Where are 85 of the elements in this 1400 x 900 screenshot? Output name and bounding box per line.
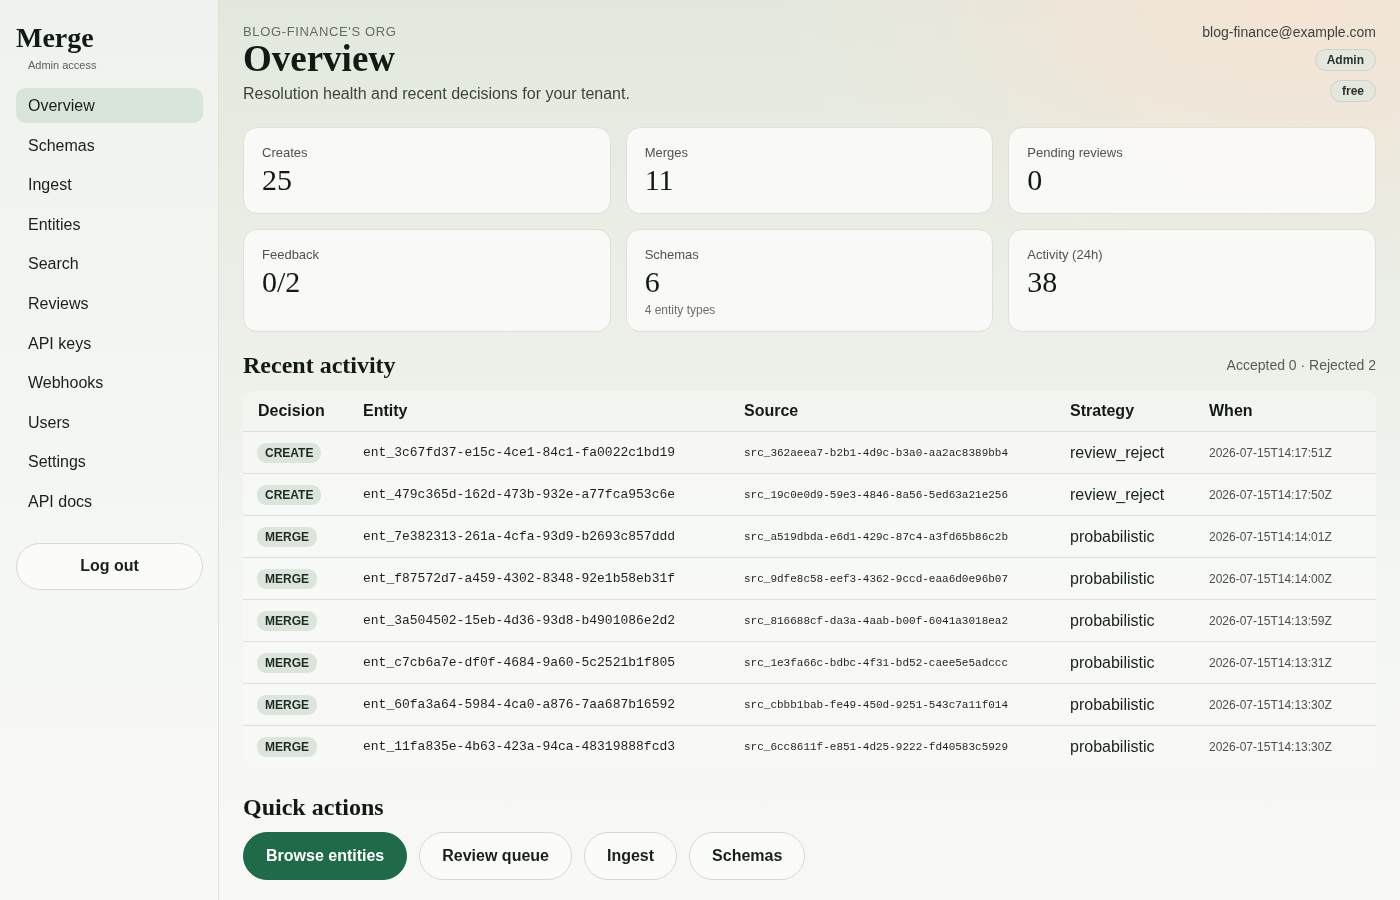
entity-id-cell: ent_3c67fd37-e15c-4ce1-84c1-fa0022c1bd19: [348, 431, 729, 474]
sidebar-item[interactable]: Webhooks: [16, 365, 203, 401]
decision-tag: MERGE: [257, 652, 317, 673]
decision-tag: MERGE: [257, 568, 317, 589]
stat-label: Feedback: [262, 247, 321, 262]
entity-id-cell: ent_60fa3a64-5984-4ca0-a876-7aa687b16592: [348, 683, 729, 726]
access-label: Admin access: [28, 58, 97, 72]
sidebar-item[interactable]: API docs: [16, 483, 203, 519]
stat-value: 11: [644, 164, 675, 196]
stat-label: Activity (24h): [1027, 247, 1104, 262]
section-title: Recent activity: [243, 351, 396, 379]
entity-id-cell: ent_3a504502-15eb-4d36-93d8-b4901086e2d2: [348, 599, 729, 642]
source-id-cell: src_1e3fa66c-bdbc-4f31-bd52-caee5e5adccc: [729, 641, 1055, 684]
stat-label: Pending reviews: [1027, 145, 1124, 160]
source-id-cell: src_cbbb1bab-fe49-450d-9251-543c7a11f014: [729, 683, 1055, 726]
quick-action-button[interactable]: Schemas: [689, 832, 806, 880]
timestamp-cell: 2026-07-15T14:14:01Z: [1194, 515, 1376, 558]
account-badge: free: [1330, 80, 1376, 102]
sidebar-item[interactable]: Ingest: [16, 167, 203, 203]
timestamp-cell: 2026-07-15T14:17:51Z: [1194, 431, 1376, 474]
column-header: Source: [729, 391, 1055, 432]
decision-tag: MERGE: [257, 694, 317, 715]
entity-id-cell: ent_11fa835e-4b63-423a-94ca-48319888fcd3: [348, 725, 729, 767]
decision-tag: CREATE: [257, 442, 322, 463]
sidebar-item[interactable]: Reviews: [16, 285, 203, 321]
decision-tag: MERGE: [257, 526, 317, 547]
page-title: Overview: [243, 39, 397, 79]
quick-action-button[interactable]: Browse entities: [243, 832, 408, 880]
org-label: BLOG-FINANCE'S ORG: [243, 24, 398, 39]
source-id-cell: src_6cc8611f-e851-4d25-9222-fd40583c5929: [729, 725, 1055, 767]
stat-note: 4 entity types: [644, 303, 717, 317]
quick-action-button[interactable]: Ingest: [583, 832, 678, 880]
strategy-cell: review_reject: [1055, 431, 1194, 474]
timestamp-cell: 2026-07-15T14:14:00Z: [1194, 557, 1376, 600]
stat-label: Creates: [262, 145, 309, 160]
entity-id-cell: ent_c7cb6a7e-df0f-4684-9a60-5c2521b1f805: [348, 641, 729, 684]
entity-id-cell: ent_479c365d-162d-473b-932e-a77fca953c6e: [348, 473, 729, 516]
stat-value: 6: [644, 266, 661, 298]
review-summary: Accepted 0 · Rejected 2: [1226, 357, 1376, 373]
stat-value: 38: [1027, 266, 1059, 298]
strategy-cell: probabilistic: [1055, 683, 1194, 726]
account-badge: Admin: [1314, 49, 1376, 71]
strategy-cell: review_reject: [1055, 473, 1194, 516]
decision-tag: CREATE: [257, 484, 322, 505]
source-id-cell: src_816688cf-da3a-4aab-b00f-6041a3018ea2: [729, 599, 1055, 642]
user-email: blog-finance@example.com: [1202, 24, 1376, 40]
decision-tag: MERGE: [257, 736, 317, 757]
timestamp-cell: 2026-07-15T14:13:31Z: [1194, 641, 1376, 684]
strategy-cell: probabilistic: [1055, 641, 1194, 684]
column-header: Strategy: [1055, 391, 1194, 432]
page-subtitle: Resolution health and recent decisions for your tenant.: [243, 84, 630, 103]
strategy-cell: probabilistic: [1055, 557, 1194, 600]
quick-action-button[interactable]: Review queue: [419, 832, 572, 880]
section-title: Quick actions: [243, 793, 385, 821]
entity-id-cell: ent_7e382313-261a-4cfa-93d9-b2693c857ddd: [348, 515, 729, 558]
stat-value: 25: [262, 164, 293, 196]
column-header: Decision: [243, 391, 348, 432]
timestamp-cell: 2026-07-15T14:13:30Z: [1194, 725, 1376, 767]
stat-value: 0/2: [262, 266, 302, 298]
entity-id-cell: ent_f87572d7-a459-4302-8348-92e1b58eb31f: [348, 557, 729, 600]
source-id-cell: src_19c0e0d9-59e3-4846-8a56-5ed63a21e256: [729, 473, 1055, 516]
sidebar-item[interactable]: Schemas: [16, 127, 203, 163]
stat-label: Merges: [644, 145, 689, 160]
strategy-cell: probabilistic: [1055, 515, 1194, 558]
decision-tag: MERGE: [257, 610, 317, 631]
strategy-cell: probabilistic: [1055, 725, 1194, 767]
logout-button[interactable]: Log out: [16, 542, 203, 590]
stat-value: 0: [1027, 164, 1044, 196]
sidebar-item[interactable]: Users: [16, 404, 203, 440]
sidebar-item[interactable]: API keys: [16, 325, 203, 361]
app-logo: Merge: [16, 22, 94, 54]
timestamp-cell: 2026-07-15T14:13:30Z: [1194, 683, 1376, 726]
sidebar-item[interactable]: Settings: [16, 444, 203, 480]
source-id-cell: src_9dfe8c58-eef3-4362-9ccd-eaa6d0e96b07: [729, 557, 1055, 600]
strategy-cell: probabilistic: [1055, 599, 1194, 642]
source-id-cell: src_a519dbda-e6d1-429c-87c4-a3fd65b86c2b: [729, 515, 1055, 558]
timestamp-cell: 2026-07-15T14:13:59Z: [1194, 599, 1376, 642]
source-id-cell: src_362aeea7-b2b1-4d9c-b3a0-aa2ac8389bb4: [729, 431, 1055, 474]
sidebar-item[interactable]: Overview: [16, 88, 203, 123]
column-header: When: [1194, 391, 1376, 432]
sidebar-item[interactable]: Search: [16, 246, 203, 282]
timestamp-cell: 2026-07-15T14:17:50Z: [1194, 473, 1376, 516]
column-header: Entity: [348, 391, 729, 432]
stat-label: Schemas: [644, 247, 700, 262]
sidebar-item[interactable]: Entities: [16, 206, 203, 242]
